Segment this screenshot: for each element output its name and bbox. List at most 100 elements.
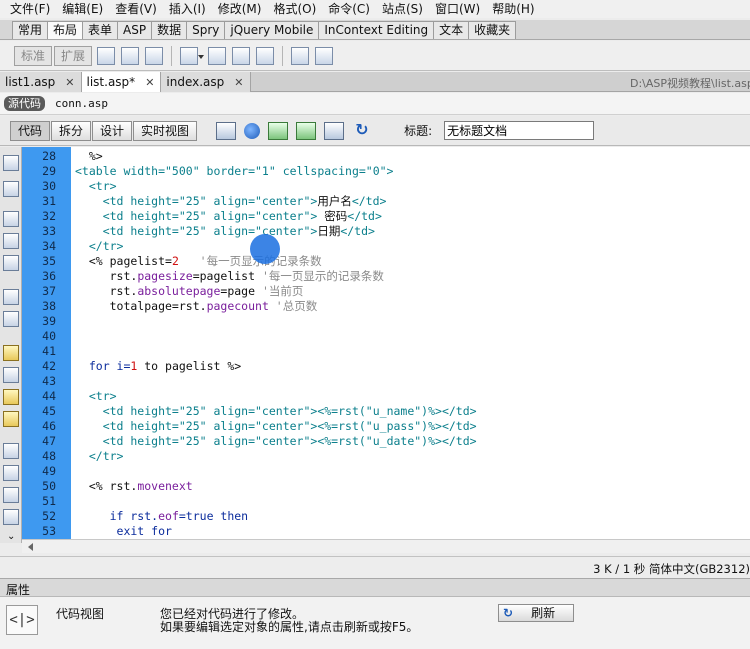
apply-comment-icon[interactable] xyxy=(3,443,19,459)
title-input[interactable] xyxy=(444,121,595,140)
code-token: <td height="25" align="center"> xyxy=(75,224,318,238)
code-token: totalpage=rst. xyxy=(75,299,207,313)
menu-file[interactable]: 文件(F) xyxy=(4,1,56,17)
properties-message: 如果要编辑选定对象的属性,请点击刷新或按F5。 xyxy=(160,620,419,634)
doc-tab-list[interactable]: list.asp* ✕ xyxy=(81,72,162,92)
code-token: if rst. xyxy=(75,509,159,523)
code-line: <td height="25" align="center"> 密码</td> xyxy=(75,209,382,224)
show-code-navigator-icon[interactable] xyxy=(3,181,19,197)
code-view-icon: <|> xyxy=(6,605,38,635)
menu-insert[interactable]: 插入(I) xyxy=(163,1,212,17)
collapse-selection-icon[interactable] xyxy=(3,233,19,249)
code-line: <td height="25" align="center"><%=rst("u… xyxy=(75,434,477,449)
code-line: for i=1 to pagelist %> xyxy=(75,359,241,374)
code-token: exit for xyxy=(75,524,172,538)
split-view-button[interactable]: 拆分 xyxy=(51,120,92,141)
spry-menu-icon[interactable] xyxy=(180,46,205,65)
horizontal-scrollbar[interactable] xyxy=(22,539,750,553)
ap-div-icon[interactable] xyxy=(121,46,140,65)
line-number: 33 xyxy=(42,224,56,238)
select-parent-tag-icon[interactable] xyxy=(3,289,19,305)
code-token: 密码 xyxy=(317,209,348,223)
code-line: <td height="25" align="center">用户名</td> xyxy=(75,194,387,209)
code-token: <%=rst("u_name")%> xyxy=(317,404,442,418)
spry-accordion-icon[interactable] xyxy=(232,46,251,65)
code-token: </td> xyxy=(441,404,477,418)
menu-edit[interactable]: 编辑(E) xyxy=(56,1,109,17)
tab-data[interactable]: 数据 xyxy=(151,21,188,39)
code-token: <td height="25" align="center"> xyxy=(75,209,318,223)
tab-jquery-mobile[interactable]: jQuery Mobile xyxy=(224,21,320,39)
frames-icon[interactable] xyxy=(315,46,334,65)
syntax-coloring-icon[interactable] xyxy=(3,411,19,427)
expand-all-icon[interactable] xyxy=(3,255,19,271)
title-label: 标题: xyxy=(404,124,433,138)
expanded-mode-button[interactable]: 扩展 xyxy=(54,45,93,66)
code-line: <tr> xyxy=(75,389,117,404)
line-number: 42 xyxy=(42,359,56,373)
status-text: 3 K / 1 秒 简体中文(GB2312) xyxy=(593,562,750,576)
open-documents-icon[interactable] xyxy=(3,155,19,171)
tab-layout[interactable]: 布局 xyxy=(47,21,84,39)
word-wrap-icon[interactable] xyxy=(3,389,19,405)
code-view-button[interactable]: 代码 xyxy=(10,120,51,141)
design-view-button[interactable]: 设计 xyxy=(92,120,133,141)
live-view-button[interactable]: 实时视图 xyxy=(133,120,198,141)
file-management-icon[interactable] xyxy=(268,121,289,140)
close-icon[interactable]: ✕ xyxy=(65,76,74,89)
recent-snippets-icon[interactable] xyxy=(3,509,19,525)
tab-common[interactable]: 常用 xyxy=(12,21,49,39)
code-token: </tr> xyxy=(75,239,124,253)
document-tabs: list1.asp ✕ list.asp* ✕ index.asp ✕ D:\A… xyxy=(0,72,750,92)
close-icon[interactable]: ✕ xyxy=(234,76,243,89)
scroll-left-icon[interactable] xyxy=(28,543,33,551)
tab-forms[interactable]: 表单 xyxy=(82,21,119,39)
code-view-label: 代码视图 xyxy=(56,607,105,621)
tab-favorites[interactable]: 收藏夹 xyxy=(468,21,517,39)
tab-incontext-editing[interactable]: InContext Editing xyxy=(318,21,435,39)
code-token: <td height="25" align="center"> xyxy=(75,434,318,448)
source-code-button[interactable]: 源代码 xyxy=(4,96,45,111)
highlight-invalid-code-icon[interactable] xyxy=(3,367,19,383)
tab-spry[interactable]: Spry xyxy=(186,21,226,39)
code-editor[interactable]: %> <table width="500" border="1" cellspa… xyxy=(71,147,750,539)
standard-mode-button[interactable]: 标准 xyxy=(14,45,53,66)
collapse-tag-icon[interactable] xyxy=(3,211,19,227)
code-token: </td> xyxy=(441,434,477,448)
chevron-down-icon[interactable]: ⌄ xyxy=(7,531,15,542)
tab-asp[interactable]: ASP xyxy=(117,21,153,39)
close-icon[interactable]: ✕ xyxy=(145,76,154,89)
menu-modify[interactable]: 修改(M) xyxy=(212,1,268,17)
menu-commands[interactable]: 命令(C) xyxy=(322,1,376,17)
line-numbers-icon[interactable] xyxy=(3,345,19,361)
refresh-button[interactable]: ↻ 刷新 xyxy=(498,604,574,622)
line-number: 43 xyxy=(42,374,56,388)
code-token: </td> xyxy=(351,194,387,208)
div-icon[interactable] xyxy=(97,46,116,65)
spry-collapsible-icon[interactable] xyxy=(256,46,275,65)
visual-aids-icon[interactable] xyxy=(324,121,345,140)
menu-site[interactable]: 站点(S) xyxy=(376,1,429,17)
doc-tab-index[interactable]: index.asp ✕ xyxy=(161,72,251,92)
iframe-icon[interactable] xyxy=(291,46,310,65)
spry-tabbed-icon[interactable] xyxy=(208,46,227,65)
check-browser-icon[interactable] xyxy=(296,121,317,140)
remove-comment-icon[interactable] xyxy=(3,465,19,481)
table-icon[interactable] xyxy=(145,46,164,65)
refresh-design-icon[interactable] xyxy=(352,120,372,140)
properties-header[interactable]: 属性 xyxy=(0,578,750,597)
doc-tab-list1[interactable]: list1.asp ✕ xyxy=(0,72,82,92)
tab-text[interactable]: 文本 xyxy=(433,21,470,39)
line-number: 53 xyxy=(42,524,56,538)
multiscreen-icon[interactable] xyxy=(216,121,237,140)
menu-help[interactable]: 帮助(H) xyxy=(486,1,540,17)
document-path: D:\ASP视频教程\list.asp xyxy=(630,77,750,90)
code-line: totalpage=rst.pagecount '总页数 xyxy=(75,299,318,314)
wrap-tag-icon[interactable] xyxy=(3,487,19,503)
balance-braces-icon[interactable] xyxy=(3,311,19,327)
menu-view[interactable]: 查看(V) xyxy=(109,1,163,17)
menu-format[interactable]: 格式(O) xyxy=(267,1,322,17)
related-file-conn[interactable]: conn.asp xyxy=(55,97,108,110)
browser-preview-icon[interactable] xyxy=(244,122,261,139)
menu-window[interactable]: 窗口(W) xyxy=(429,1,486,17)
